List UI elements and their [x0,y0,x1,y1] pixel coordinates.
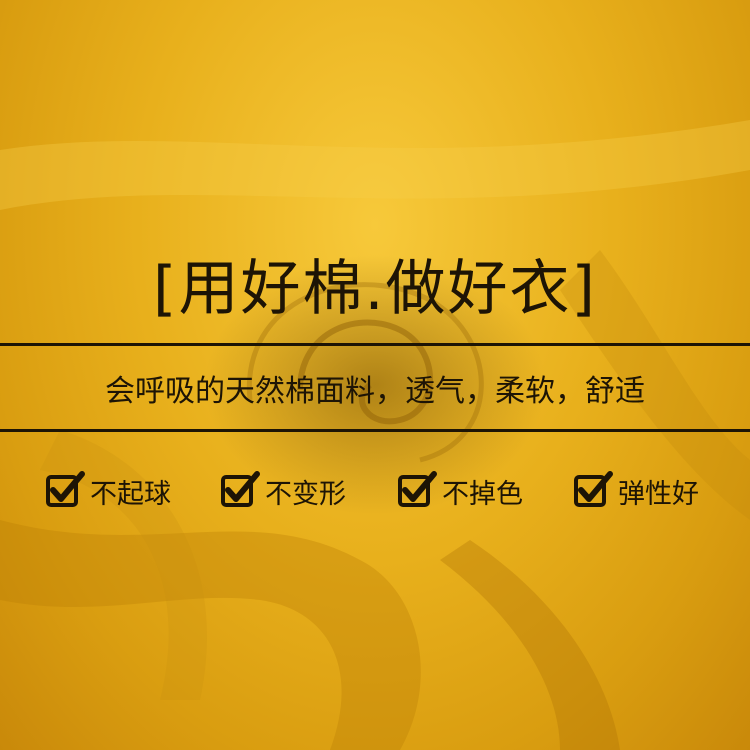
feature-item: 弹性好 [572,470,699,512]
checkbox-icon [398,471,437,507]
feature-label: 不起球 [90,478,171,510]
divider-line-bottom [0,429,750,432]
headline-title: [用好棉.做好衣] [153,254,597,324]
feature-item: 不起球 [44,470,171,512]
feature-item: 不掉色 [396,470,523,512]
feature-label: 弹性好 [618,478,699,510]
checkbox-icon [46,471,85,507]
feature-list: 不起球 不变形 不掉色 弹性好 [0,470,750,520]
checkbox-icon [221,471,260,507]
feature-label: 不掉色 [442,478,523,510]
divider-line-top [0,343,750,346]
checkbox-icon [574,471,613,507]
feature-item: 不变形 [219,470,346,512]
fabric-description: 会呼吸的天然棉面料，透气，柔软，舒适 [105,374,645,409]
product-banner: [用好棉.做好衣] 会呼吸的天然棉面料，透气，柔软，舒适 不起球 不变形 不掉色 [0,0,750,750]
feature-label: 不变形 [265,478,346,510]
